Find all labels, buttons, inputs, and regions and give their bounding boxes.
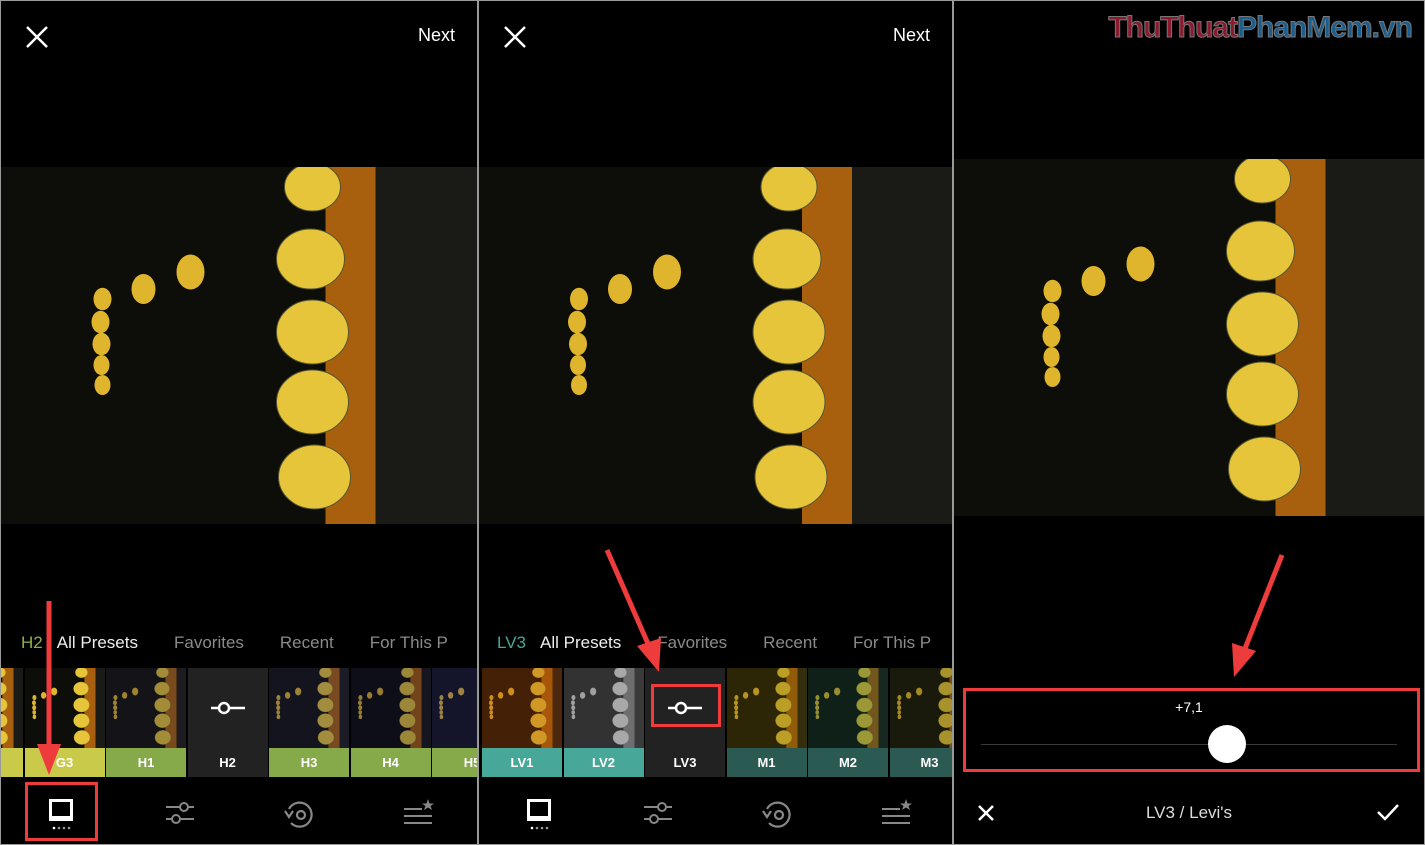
- arrow-annotation: [37, 601, 61, 775]
- preset-label: LV2: [563, 748, 644, 777]
- preset-label: H3: [269, 748, 349, 777]
- preset-thumb-h4[interactable]: H4: [350, 668, 431, 777]
- highlight-box: [963, 688, 1420, 772]
- close-icon[interactable]: [501, 23, 529, 51]
- confirm-check-icon[interactable]: [1376, 801, 1400, 823]
- preset-thumbnail: [1, 668, 23, 748]
- preset-thumbnail: [269, 668, 349, 748]
- preset-thumb-h1[interactable]: H1: [106, 668, 186, 777]
- tab-all-presets[interactable]: All Presets: [57, 633, 138, 652]
- arrow-annotation: [604, 548, 661, 672]
- tab-favorites[interactable]: Favorites: [174, 633, 244, 652]
- preset-label: H4: [350, 748, 431, 777]
- preset-thumb-partial[interactable]: [1, 668, 23, 777]
- next-button[interactable]: Next: [418, 25, 455, 46]
- preset-label: [1, 748, 23, 777]
- recipes-icon[interactable]: [400, 795, 436, 831]
- preset-thumb-h3[interactable]: H3: [269, 668, 349, 777]
- history-icon[interactable]: [281, 795, 317, 831]
- preset-strip[interactable]: G3H1H2H3H4H5: [1, 668, 477, 777]
- recipes-icon[interactable]: [878, 795, 914, 831]
- preset-tabs: H2 All Presets Favorites Recent For This P: [21, 633, 477, 653]
- preset-thumb-m1[interactable]: M1: [726, 668, 807, 777]
- tab-recent[interactable]: Recent: [280, 633, 334, 652]
- preset-thumb-lv1[interactable]: LV1: [482, 668, 562, 777]
- preset-label: LV3: [645, 748, 725, 777]
- preset-label: H2: [187, 748, 268, 777]
- adjust-sliders-icon[interactable]: [162, 795, 198, 831]
- preset-strength-panel: ThuThuatPhanMem.vn +7,1 LV3 / Levi's: [953, 0, 1425, 845]
- tab-for-this-photo[interactable]: For This P: [853, 633, 931, 652]
- preset-thumb-lv2[interactable]: LV2: [563, 668, 644, 777]
- adjust-sliders-icon[interactable]: [640, 795, 676, 831]
- preset-thumbnail: [889, 668, 952, 748]
- highlight-box: [25, 782, 98, 841]
- preset-thumbnail: [808, 668, 888, 748]
- preset-label: M3: [889, 748, 952, 777]
- editor-panel-preset-selected: Next LV3 All Presets Favorites Recent For Th…: [478, 0, 953, 845]
- preset-thumbnail: [106, 668, 186, 748]
- current-preset-label: LV3: [497, 633, 526, 652]
- photo-preview: [1, 167, 477, 524]
- preset-thumbnail: [563, 668, 644, 748]
- photo-preview: [954, 159, 1424, 516]
- preset-thumbnail: [726, 668, 807, 748]
- bottom-toolbar: [479, 783, 952, 843]
- close-icon[interactable]: [23, 23, 51, 51]
- preset-label: M1: [726, 748, 807, 777]
- editor-panel-presets: Next H2 All Presets Favorites Recent For Thi…: [0, 0, 478, 845]
- presets-icon[interactable]: [521, 795, 557, 831]
- preset-tabs: LV3 All Presets Favorites Recent For This P: [497, 633, 952, 653]
- preset-title: LV3 / Levi's: [1145, 803, 1233, 822]
- photo-preview: [479, 167, 952, 524]
- tab-for-this-photo[interactable]: For This P: [370, 633, 448, 652]
- preset-label: LV1: [482, 748, 562, 777]
- preset-label: M2: [808, 748, 888, 777]
- tab-recent[interactable]: Recent: [763, 633, 817, 652]
- preset-thumbnail: [350, 668, 431, 748]
- preset-thumbnail: [482, 668, 562, 748]
- preset-thumb-h2[interactable]: H2: [187, 668, 268, 777]
- preset-thumb-h5[interactable]: H5: [432, 668, 477, 777]
- preset-label: H1: [106, 748, 186, 777]
- highlight-box: [651, 684, 721, 727]
- preset-thumb-m2[interactable]: M2: [808, 668, 888, 777]
- next-button[interactable]: Next: [893, 25, 930, 46]
- watermark-logo: ThuThuatPhanMem.vn: [1108, 11, 1414, 45]
- history-icon[interactable]: [759, 795, 795, 831]
- preset-thumb-m3[interactable]: M3: [889, 668, 952, 777]
- preset-thumbnail: [432, 668, 477, 748]
- arrow-annotation: [1232, 554, 1285, 677]
- preset-label: H5: [432, 748, 477, 777]
- adjust-strength-icon: [188, 668, 268, 748]
